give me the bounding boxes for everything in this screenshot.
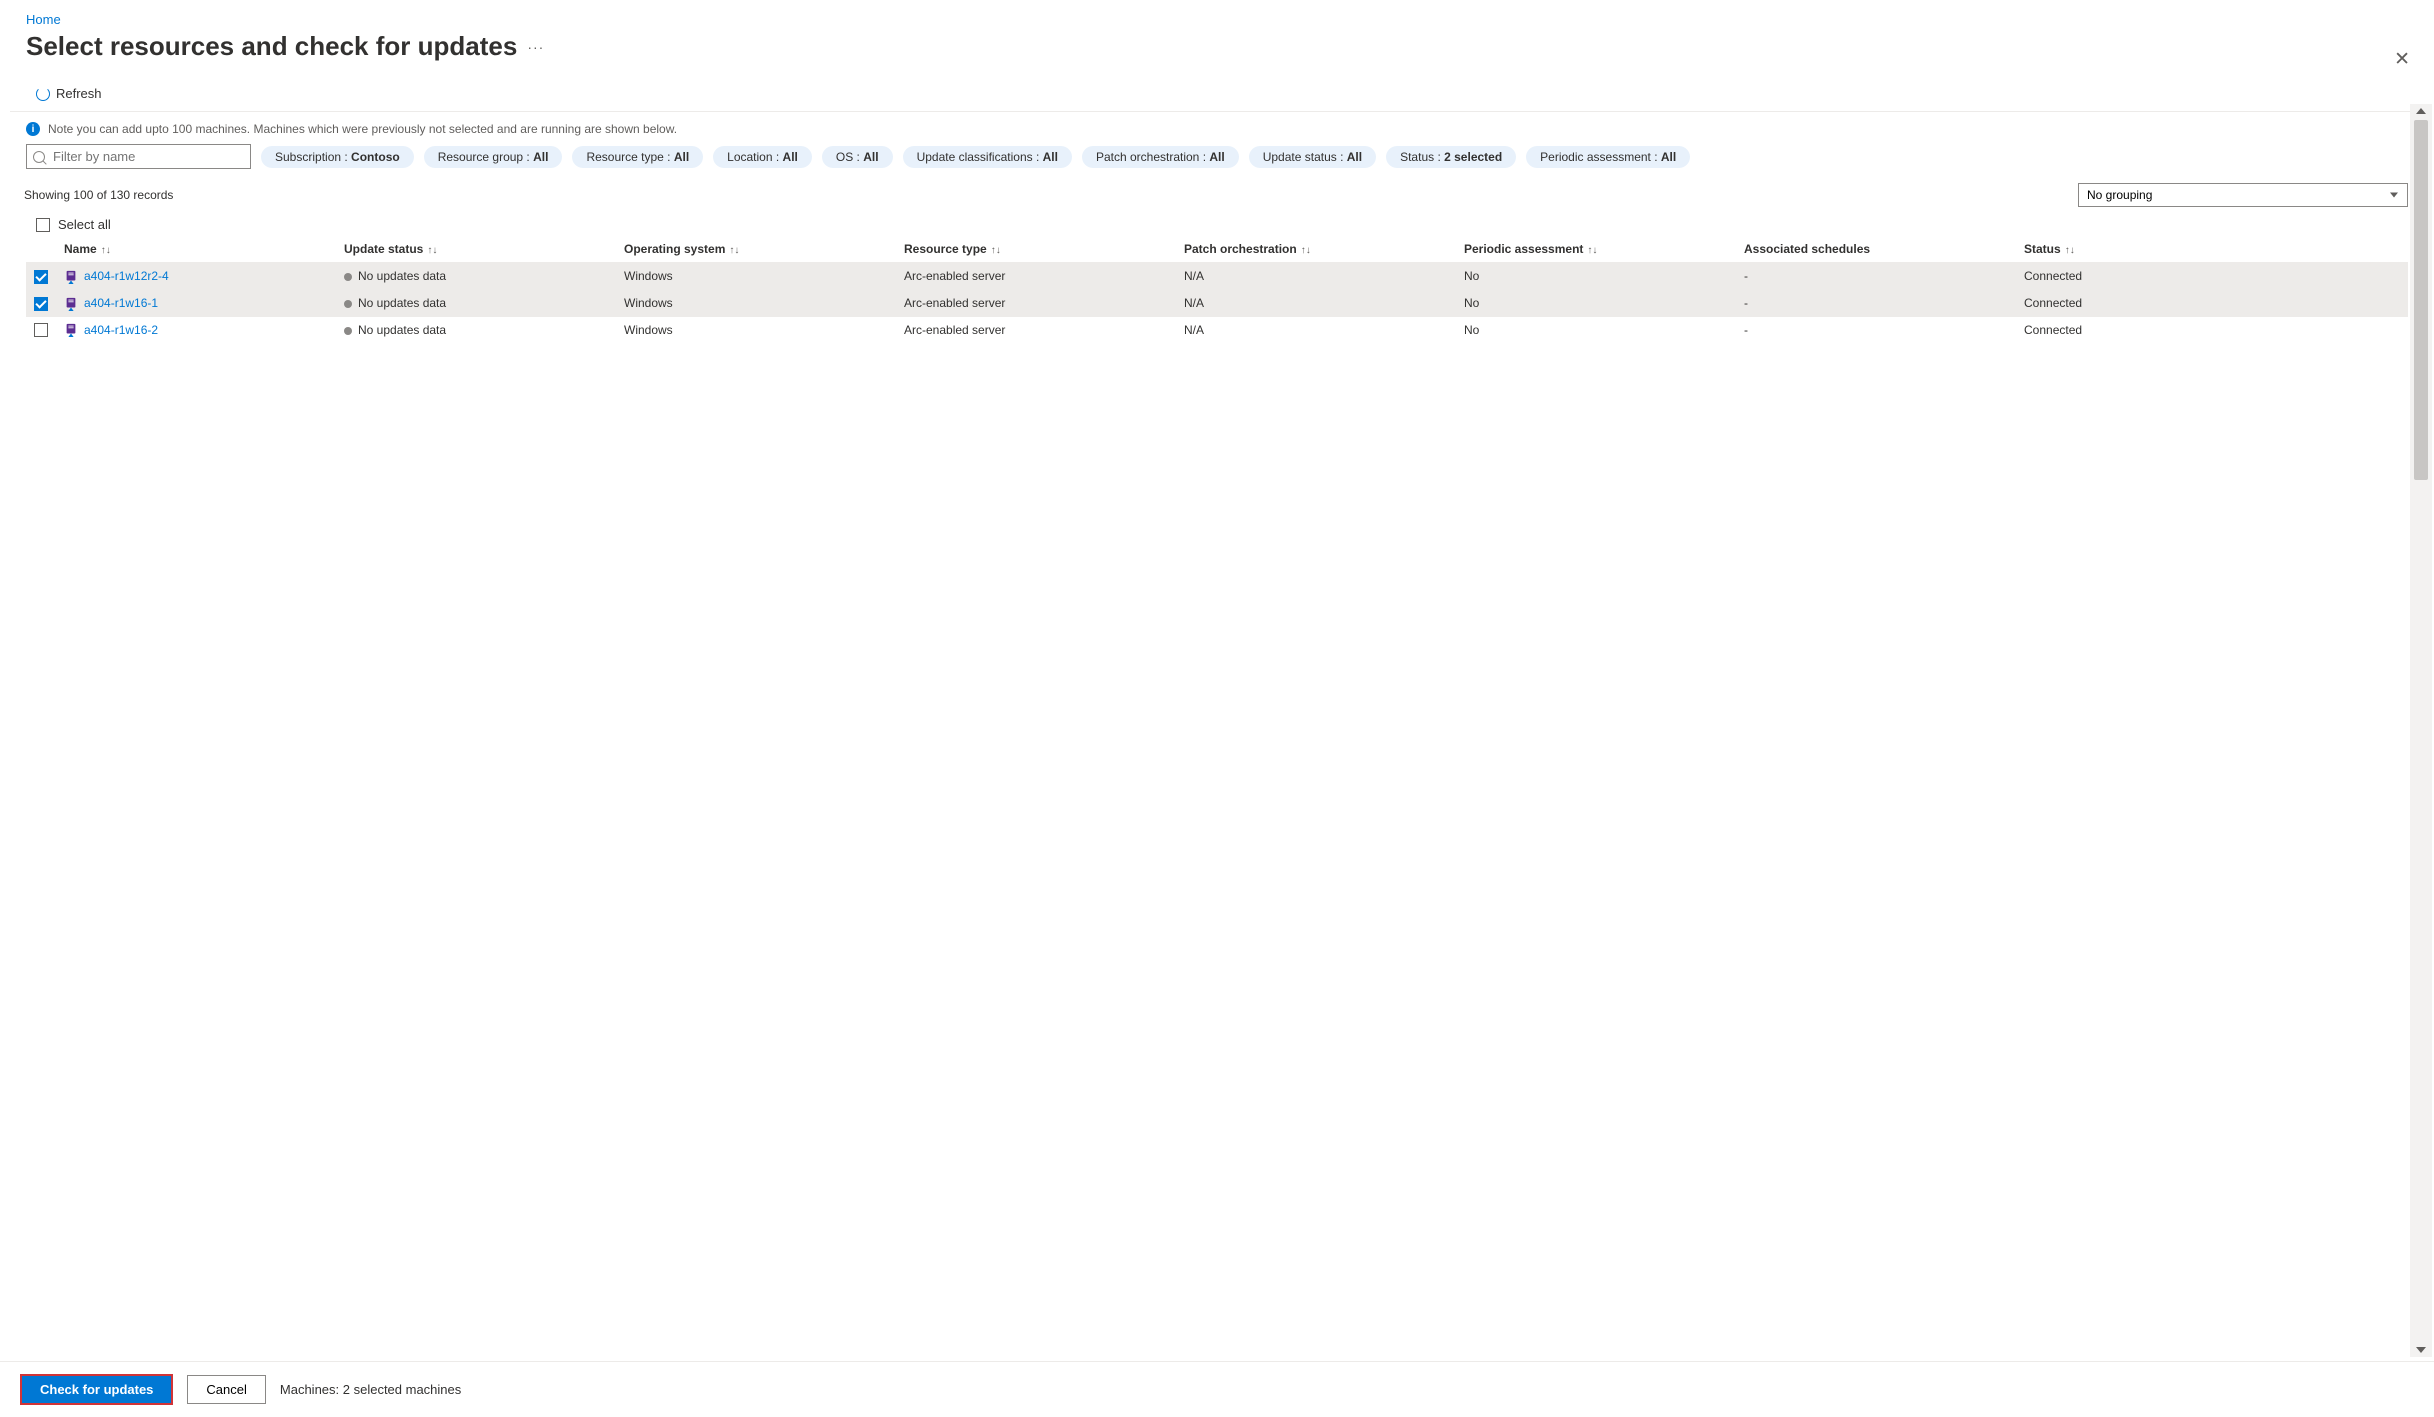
cell-patch: N/A (1176, 317, 1456, 344)
pill-resource-group[interactable]: Resource group : All (424, 146, 563, 168)
col-os[interactable]: Operating system↑↓ (616, 236, 896, 263)
close-icon[interactable]: ✕ (2394, 48, 2410, 71)
scroll-down-icon[interactable] (2416, 1347, 2426, 1353)
check-for-updates-button[interactable]: Check for updates (20, 1374, 173, 1405)
filter-input[interactable] (26, 144, 251, 169)
cell-status: Connected (2016, 263, 2408, 290)
sort-icon: ↑↓ (427, 245, 437, 256)
cell-os: Windows (616, 263, 896, 290)
pill-os[interactable]: OS : All (822, 146, 893, 168)
server-icon (64, 270, 78, 284)
col-patch[interactable]: Patch orchestration↑↓ (1176, 236, 1456, 263)
page-title: Select resources and check for updates (26, 31, 517, 62)
cell-update-status: No updates data (358, 323, 446, 337)
server-icon (64, 323, 78, 337)
col-resource-type[interactable]: Resource type↑↓ (896, 236, 1176, 263)
resources-table: Name↑↓ Update status↑↓ Operating system↑… (26, 236, 2408, 343)
status-dot-icon (344, 327, 352, 335)
row-checkbox[interactable] (34, 297, 48, 311)
grouping-select[interactable]: No grouping (2078, 183, 2408, 207)
resource-name-link[interactable]: a404-r1w12r2-4 (84, 269, 169, 283)
cell-resource-type: Arc-enabled server (896, 317, 1176, 344)
sort-icon: ↑↓ (1587, 245, 1597, 256)
col-schedules[interactable]: Associated schedules (1736, 236, 2016, 263)
scroll-thumb[interactable] (2414, 120, 2428, 480)
scroll-up-icon[interactable] (2416, 108, 2426, 114)
cell-os: Windows (616, 290, 896, 317)
records-count: Showing 100 of 130 records (24, 188, 173, 202)
filter-input-wrap (26, 144, 251, 169)
info-note-text: Note you can add upto 100 machines. Mach… (48, 122, 677, 136)
info-icon: i (26, 122, 40, 136)
col-name[interactable]: Name↑↓ (56, 236, 336, 263)
resource-name-link[interactable]: a404-r1w16-1 (84, 296, 158, 310)
server-icon (64, 297, 78, 311)
cell-resource-type: Arc-enabled server (896, 263, 1176, 290)
resource-name-link[interactable]: a404-r1w16-2 (84, 323, 158, 337)
pill-patch-orchestration[interactable]: Patch orchestration : All (1082, 146, 1239, 168)
cell-status: Connected (2016, 290, 2408, 317)
cell-schedules: - (1736, 263, 2016, 290)
cell-periodic: No (1456, 317, 1736, 344)
more-icon[interactable]: ··· (527, 39, 544, 55)
select-all-label: Select all (58, 217, 111, 232)
cell-patch: N/A (1176, 263, 1456, 290)
col-periodic[interactable]: Periodic assessment↑↓ (1456, 236, 1736, 263)
row-checkbox[interactable] (34, 270, 48, 284)
pill-update-status[interactable]: Update status : All (1249, 146, 1376, 168)
cell-resource-type: Arc-enabled server (896, 290, 1176, 317)
select-all-checkbox[interactable] (36, 218, 50, 232)
col-status[interactable]: Status↑↓ (2016, 236, 2408, 263)
cell-schedules: - (1736, 290, 2016, 317)
pill-periodic-assessment[interactable]: Periodic assessment : All (1526, 146, 1690, 168)
table-row[interactable]: a404-r1w12r2-4 No updates data WindowsArc-… (26, 263, 2408, 290)
col-update-status[interactable]: Update status↑↓ (336, 236, 616, 263)
row-checkbox[interactable] (34, 323, 48, 337)
cell-update-status: No updates data (358, 296, 446, 310)
refresh-label: Refresh (56, 86, 102, 101)
refresh-icon (36, 87, 50, 101)
cancel-button[interactable]: Cancel (187, 1375, 265, 1404)
table-row[interactable]: a404-r1w16-1 No updates data WindowsArc-en… (26, 290, 2408, 317)
footer-status: Machines: 2 selected machines (280, 1382, 461, 1397)
cell-patch: N/A (1176, 290, 1456, 317)
cell-periodic: No (1456, 290, 1736, 317)
pill-status[interactable]: Status : 2 selected (1386, 146, 1516, 168)
cell-os: Windows (616, 317, 896, 344)
sort-icon: ↑↓ (991, 245, 1001, 256)
cell-update-status: No updates data (358, 269, 446, 283)
cell-periodic: No (1456, 263, 1736, 290)
vertical-scrollbar[interactable] (2410, 104, 2432, 1357)
cell-schedules: - (1736, 317, 2016, 344)
status-dot-icon (344, 300, 352, 308)
pill-subscription[interactable]: Subscription : Contoso (261, 146, 414, 168)
status-dot-icon (344, 273, 352, 281)
breadcrumb-home[interactable]: Home (26, 12, 61, 27)
table-row[interactable]: a404-r1w16-2 No updates data WindowsArc-en… (26, 317, 2408, 344)
pill-resource-type[interactable]: Resource type : All (572, 146, 703, 168)
cell-status: Connected (2016, 317, 2408, 344)
refresh-button[interactable]: Refresh (36, 86, 102, 101)
search-icon (33, 151, 45, 163)
pill-update-classifications[interactable]: Update classifications : All (903, 146, 1072, 168)
sort-icon: ↑↓ (729, 245, 739, 256)
sort-icon: ↑↓ (2065, 245, 2075, 256)
breadcrumb: Home (0, 0, 2434, 31)
pill-location[interactable]: Location : All (713, 146, 812, 168)
info-note: i Note you can add upto 100 machines. Ma… (0, 112, 2434, 144)
sort-icon: ↑↓ (1301, 245, 1311, 256)
sort-icon: ↑↓ (101, 245, 111, 256)
